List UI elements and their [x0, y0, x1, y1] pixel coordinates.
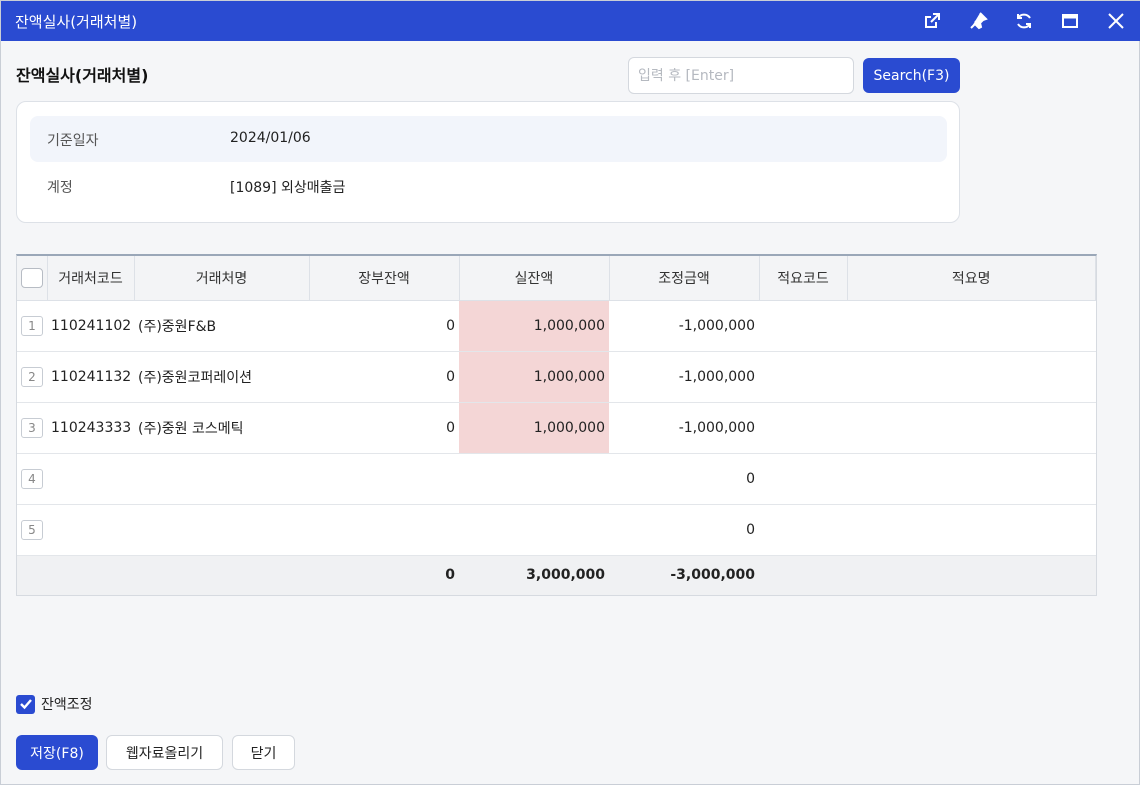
header-actual-balance[interactable]: 실잔액 — [459, 256, 610, 301]
adjust-amount-cell: 0 — [609, 504, 759, 556]
memo-name-cell[interactable] — [847, 402, 1096, 454]
header-adjust-amount[interactable]: 조정금액 — [609, 256, 760, 301]
code-cell[interactable]: 110241102 — [47, 300, 134, 352]
memo-code-cell[interactable] — [759, 351, 847, 403]
row-number: 2 — [21, 366, 43, 387]
name-cell[interactable]: (주)중원코퍼레이션 — [134, 351, 309, 403]
adjust-amount-cell: -1,000,000 — [609, 402, 759, 454]
close-button[interactable]: 닫기 — [232, 735, 295, 770]
base-date-value: 2024/01/06 — [230, 130, 311, 146]
memo-name-cell[interactable] — [847, 300, 1096, 352]
save-button[interactable]: 저장(F8) — [16, 735, 98, 770]
actual-balance-cell[interactable]: 1,000,000 — [459, 351, 609, 403]
adjust-amount-cell: 0 — [609, 453, 759, 505]
row-number-cell[interactable]: 5 — [17, 504, 47, 556]
select-all-checkbox[interactable] — [20, 267, 43, 288]
table-row[interactable]: 3 110243333 (주)중원 코스메틱 0 1,000,000 -1,00… — [17, 402, 1096, 454]
web-upload-button[interactable]: 웹자료올리기 — [106, 735, 223, 770]
table-row[interactable]: 2 110241132 (주)중원코퍼레이션 0 1,000,000 -1,00… — [17, 351, 1096, 403]
name-cell[interactable]: (주)중원F&B — [134, 300, 309, 352]
memo-name-cell[interactable] — [847, 504, 1096, 556]
actual-balance-cell[interactable]: 1,000,000 — [459, 300, 609, 352]
memo-code-cell[interactable] — [759, 453, 847, 505]
row-number-cell[interactable]: 1 — [17, 300, 47, 352]
balance-adjust-label: 잔액조정 — [41, 697, 93, 713]
row-number: 5 — [21, 519, 43, 540]
account-row: 계정 [1089] 외상매출금 — [30, 163, 947, 209]
header-memo-name[interactable]: 적요명 — [847, 256, 1096, 301]
table-row[interactable]: 4 0 — [17, 453, 1096, 505]
pin-icon[interactable] — [967, 10, 989, 32]
refresh-icon[interactable] — [1013, 10, 1035, 32]
totals-row: 0 3,000,000 -3,000,000 — [17, 555, 1096, 595]
total-adjust-amount: -3,000,000 — [609, 555, 759, 595]
window-title: 잔액실사(거래처별) — [15, 13, 138, 31]
actual-balance-cell[interactable] — [459, 504, 609, 556]
total-actual-balance: 3,000,000 — [459, 555, 609, 595]
base-date-row: 기준일자 2024/01/06 — [30, 116, 947, 162]
maximize-icon[interactable] — [1059, 10, 1081, 32]
row-number-cell[interactable]: 4 — [17, 453, 47, 505]
code-cell[interactable]: 110243333 — [47, 402, 134, 454]
actual-balance-cell[interactable]: 1,000,000 — [459, 402, 609, 454]
code-cell[interactable] — [47, 504, 134, 556]
book-balance-cell: 0 — [309, 402, 459, 454]
memo-name-cell[interactable] — [847, 351, 1096, 403]
row-number-cell[interactable]: 2 — [17, 351, 47, 403]
row-number-cell[interactable]: 3 — [17, 402, 47, 454]
balance-grid: 거래처코드 거래처명 장부잔액 실잔액 조정금액 적요코드 적요명 1 1102… — [16, 254, 1097, 596]
header-name[interactable]: 거래처명 — [134, 256, 310, 301]
book-balance-cell — [309, 453, 459, 505]
row-number: 4 — [21, 468, 43, 489]
row-number: 3 — [21, 417, 43, 438]
book-balance-cell: 0 — [309, 300, 459, 352]
balance-adjust-toggle[interactable]: 잔액조정 — [16, 694, 93, 714]
search-input[interactable] — [628, 57, 854, 94]
memo-code-cell[interactable] — [759, 402, 847, 454]
header-book-balance[interactable]: 장부잔액 — [309, 256, 460, 301]
header-memo-code[interactable]: 적요코드 — [759, 256, 848, 301]
close-icon[interactable] — [1105, 10, 1127, 32]
base-date-label: 기준일자 — [47, 133, 99, 149]
checkmark-icon — [19, 699, 32, 710]
search-button[interactable]: Search(F3) — [863, 58, 960, 93]
table-row[interactable]: 5 0 — [17, 504, 1096, 556]
grid-header-row: 거래처코드 거래처명 장부잔액 실잔액 조정금액 적요코드 적요명 — [17, 256, 1096, 301]
memo-name-cell[interactable] — [847, 453, 1096, 505]
table-row[interactable]: 1 110241102 (주)중원F&B 0 1,000,000 -1,000,… — [17, 300, 1096, 352]
balance-adjust-checkbox[interactable] — [16, 694, 35, 714]
select-all-header[interactable] — [17, 256, 48, 301]
name-cell[interactable] — [134, 504, 309, 556]
info-panel: 기준일자 2024/01/06 계정 [1089] 외상매출금 — [16, 101, 960, 223]
name-cell[interactable] — [134, 453, 309, 505]
adjust-amount-cell: -1,000,000 — [609, 351, 759, 403]
row-number: 1 — [21, 315, 43, 336]
book-balance-cell — [309, 504, 459, 556]
open-new-window-icon[interactable] — [921, 10, 943, 32]
book-balance-cell: 0 — [309, 351, 459, 403]
account-label: 계정 — [47, 180, 73, 196]
code-cell[interactable] — [47, 453, 134, 505]
balance-audit-window: 잔액실사(거래처별) 잔액실사(거래처별) Search(F3) 기준일자 20… — [0, 0, 1140, 785]
page-title: 잔액실사(거래처별) — [16, 66, 149, 85]
header-code[interactable]: 거래처코드 — [47, 256, 135, 301]
actual-balance-cell[interactable] — [459, 453, 609, 505]
memo-code-cell[interactable] — [759, 300, 847, 352]
memo-code-cell[interactable] — [759, 504, 847, 556]
total-book-balance: 0 — [309, 555, 459, 595]
title-bar: 잔액실사(거래처별) — [1, 1, 1140, 41]
code-cell[interactable]: 110241132 — [47, 351, 134, 403]
account-value: [1089] 외상매출금 — [230, 180, 346, 196]
adjust-amount-cell: -1,000,000 — [609, 300, 759, 352]
name-cell[interactable]: (주)중원 코스메틱 — [134, 402, 309, 454]
